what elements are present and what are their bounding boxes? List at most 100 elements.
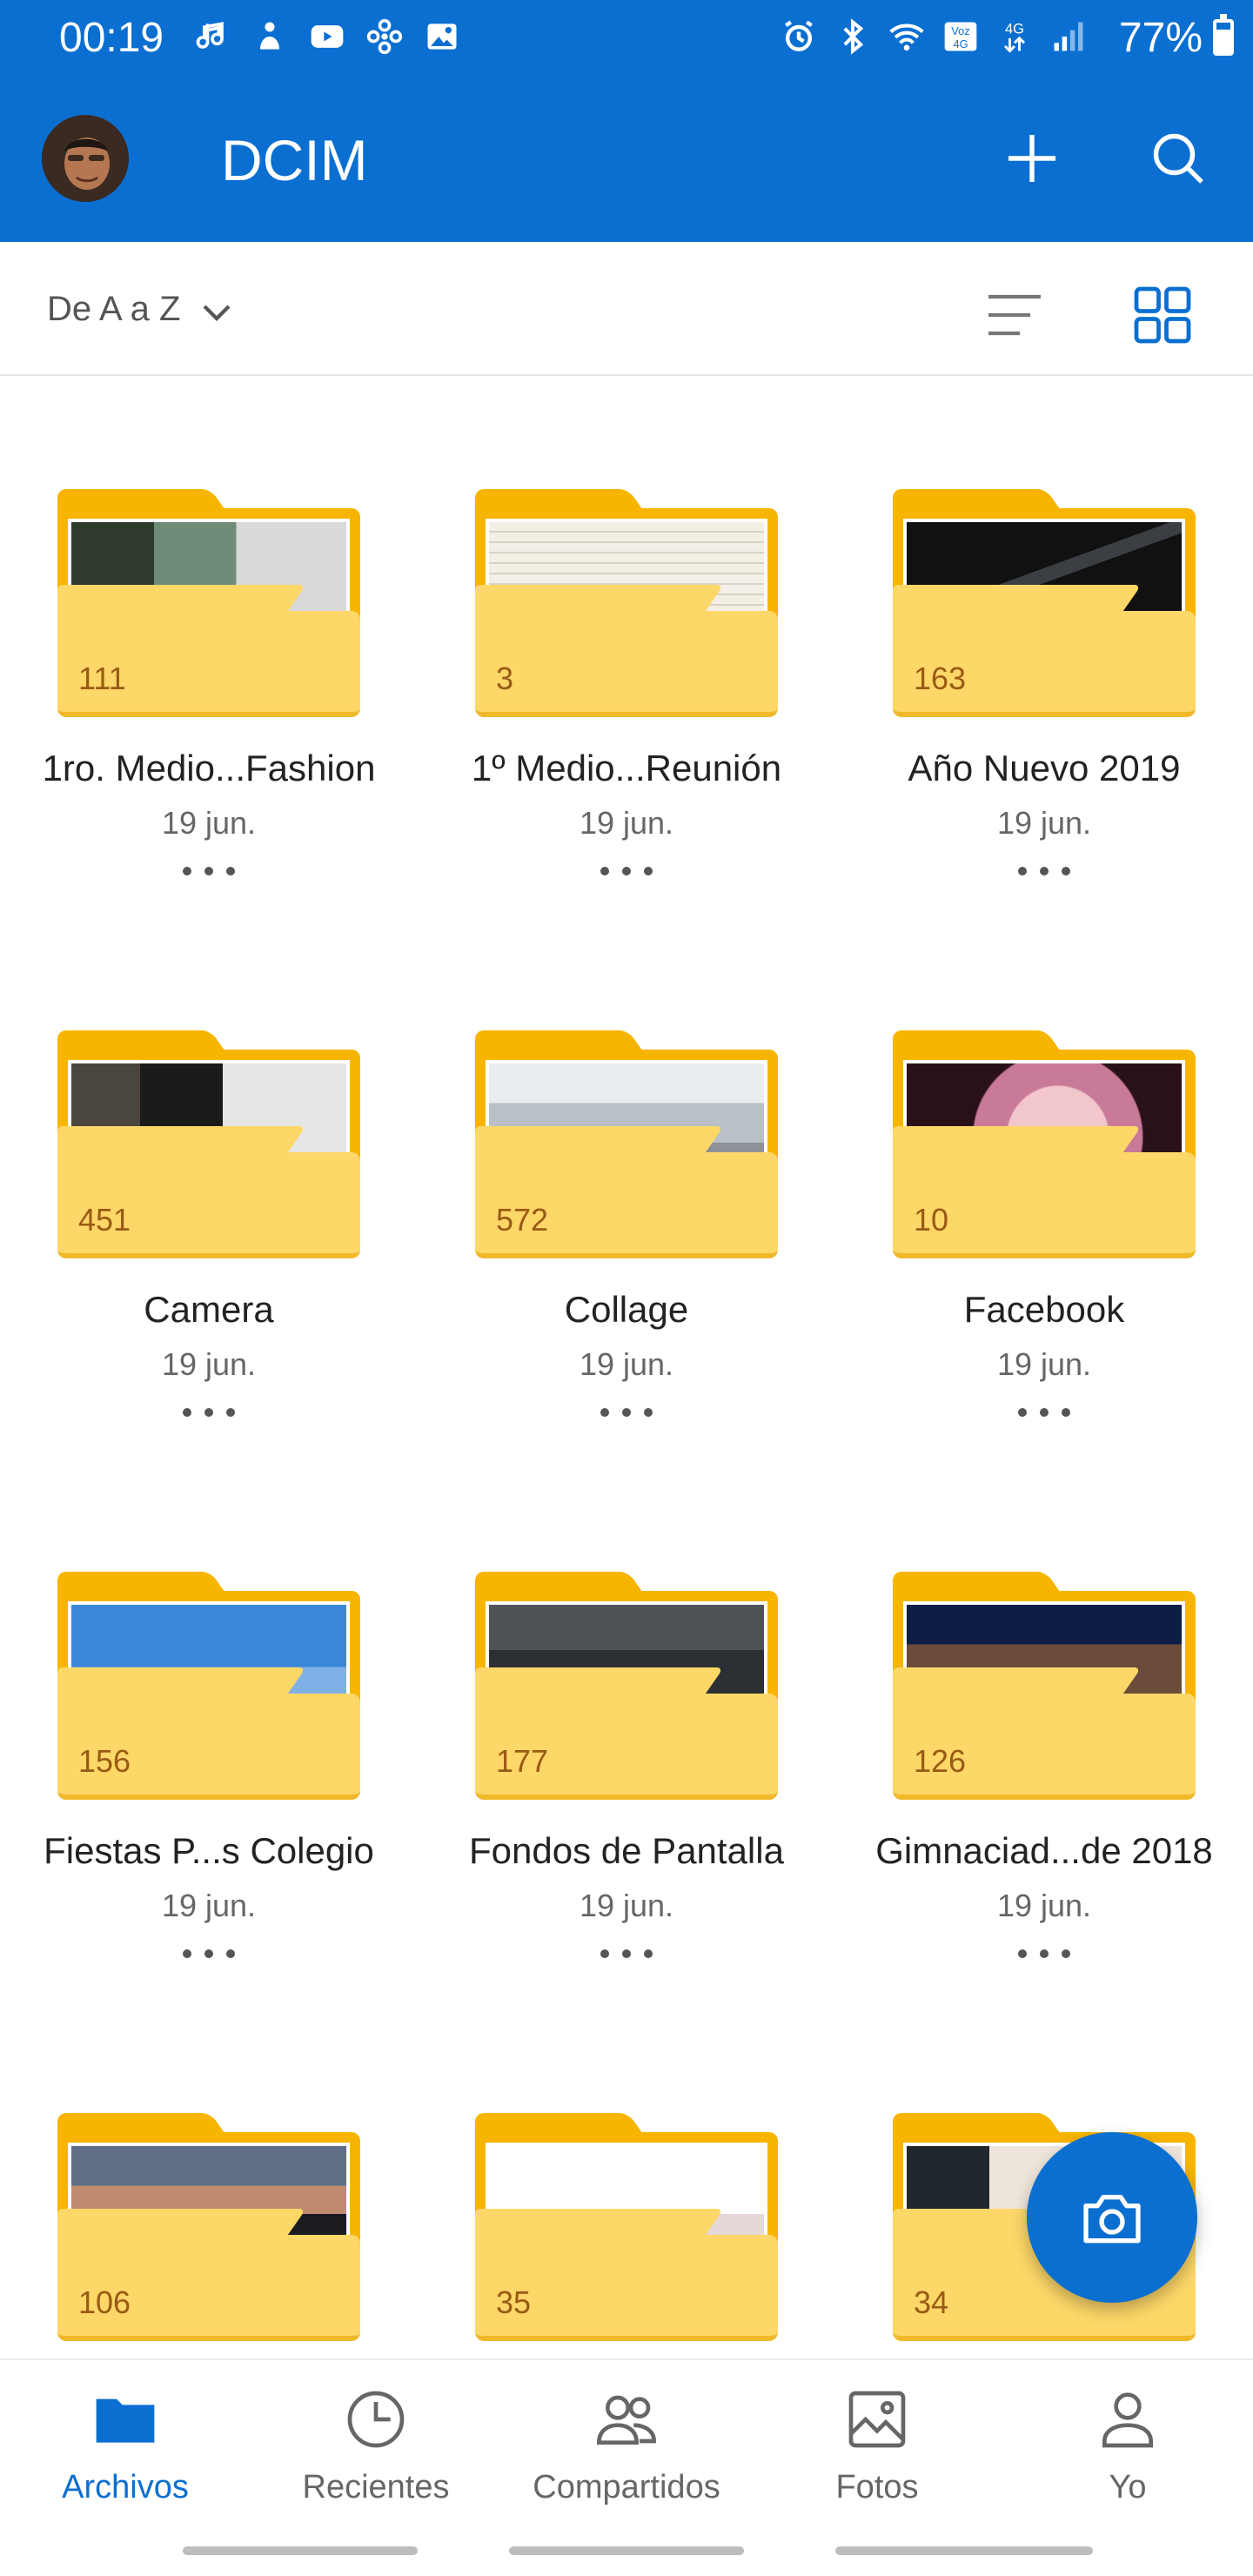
folder-icon: 10 [893, 1030, 1196, 1258]
sort-dropdown[interactable]: De A a Z [47, 287, 180, 331]
svg-text:Voz: Voz [951, 24, 969, 37]
more-options-icon[interactable] [1018, 858, 1070, 884]
nav-archivos[interactable]: Archivos [0, 2385, 251, 2515]
nav-label: Yo [1109, 2469, 1147, 2506]
clock-icon [347, 2391, 405, 2448]
folder-item-count: 34 [914, 2284, 949, 2320]
folder-icon: 111 [57, 489, 360, 717]
fan-icon [365, 16, 404, 57]
folder-icon: 3 [475, 489, 778, 717]
folder-item-count: 572 [496, 1202, 549, 1238]
music-note-icon [193, 16, 231, 57]
folder-icon: 451 [57, 1030, 360, 1258]
folder-icon: 163 [893, 489, 1196, 717]
signal-icon [1049, 16, 1088, 57]
folder-name: Fiestas P...s Colegio [44, 1830, 374, 1871]
nav-compartidos[interactable]: Compartidos [501, 2385, 752, 2515]
app-bar: DCIM [0, 77, 1253, 242]
folder-tile[interactable]: 572 Collage 19 jun. [418, 917, 835, 1459]
camera-icon [1083, 2195, 1141, 2244]
folder-date: 19 jun. [161, 805, 257, 841]
grid-view-icon[interactable] [1131, 284, 1194, 346]
folder-date: 19 jun. [579, 1888, 674, 1923]
battery-percent: 77% [1118, 15, 1203, 61]
more-options-icon[interactable] [600, 858, 653, 884]
folder-item-count: 163 [914, 661, 967, 696]
folder-name: 1º Medio...Reunión [471, 748, 782, 788]
alarm-icon [780, 16, 818, 57]
folder-tile[interactable]: 156 Fiestas P...s Colegio 19 jun. [0, 1459, 418, 2000]
nav-label: Compartidos [533, 2469, 720, 2506]
nav-yo[interactable]: Yo [1002, 2385, 1253, 2515]
nav-recientes[interactable]: Recientes [251, 2385, 501, 2515]
folder-tile[interactable]: 35 [418, 2000, 835, 2358]
bottom-navigation: Archivos Recientes Compartidos Fotos Yo [0, 2358, 1253, 2576]
folder-name: Año Nuevo 2019 [908, 748, 1181, 788]
more-options-icon[interactable] [1018, 1941, 1070, 1967]
folder-name: Facebook [963, 1289, 1125, 1330]
chevron-down-icon[interactable] [198, 294, 235, 331]
nav-label: Archivos [62, 2469, 189, 2506]
more-options-icon[interactable] [1018, 1399, 1070, 1426]
plus-icon [1008, 135, 1055, 182]
folder-icon: 156 [57, 1572, 360, 1800]
folder-name: Camera [144, 1289, 274, 1330]
people-icon [596, 2395, 657, 2445]
folder-tile[interactable]: 111 1ro. Medio...Fashion 19 jun. [0, 376, 418, 917]
folder-date: 19 jun. [161, 1346, 257, 1382]
more-options-icon[interactable] [183, 1399, 235, 1426]
avatar[interactable] [42, 115, 129, 202]
svg-text:4G: 4G [953, 37, 968, 50]
youtube-icon [308, 16, 346, 57]
folder-tile[interactable]: 3 1º Medio...Reunión 19 jun. [418, 376, 835, 917]
folder-item-count: 106 [78, 2284, 131, 2320]
photo-icon [848, 2391, 906, 2448]
page-title: DCIM [221, 128, 368, 192]
gesture-bar [835, 2546, 1093, 2555]
folder-item-count: 111 [78, 661, 126, 696]
folder-date: 19 jun. [579, 1346, 674, 1382]
nav-label: Recientes [302, 2469, 450, 2506]
camera-button[interactable] [1027, 2132, 1197, 2303]
more-options-icon[interactable] [183, 858, 235, 884]
more-options-icon[interactable] [600, 1941, 653, 1967]
folder-tile[interactable]: 10 Facebook 19 jun. [835, 917, 1253, 1459]
bluetooth-icon [834, 16, 872, 57]
folder-date: 19 jun. [161, 1888, 257, 1923]
folder-tile[interactable]: 106 [0, 2000, 418, 2358]
add-button[interactable] [990, 117, 1074, 200]
folder-item-count: 10 [914, 1202, 949, 1238]
nav-label: Fotos [835, 2469, 919, 2506]
folder-item-count: 156 [78, 1743, 131, 1779]
folder-icon [96, 2398, 155, 2443]
more-options-icon[interactable] [600, 1399, 653, 1426]
person-icon [1102, 2392, 1153, 2448]
folder-date: 19 jun. [579, 805, 674, 841]
folder-date: 19 jun. [996, 805, 1092, 841]
folder-tile[interactable]: 177 Fondos de Pantalla 19 jun. [418, 1459, 835, 2000]
more-options-icon[interactable] [183, 1941, 235, 1967]
folder-name: Collage [564, 1289, 689, 1330]
notification-icon [251, 16, 289, 57]
volte-icon: Voz 4G [941, 16, 980, 57]
data-4g-icon: 4G [995, 16, 1034, 57]
folder-date: 19 jun. [996, 1346, 1092, 1382]
folder-icon: 35 [475, 2113, 778, 2341]
sort-bar: De A a Z [0, 242, 1253, 376]
list-view-icon[interactable] [983, 284, 1046, 346]
folder-name: Gimnaciad...de 2018 [875, 1830, 1213, 1871]
search-button[interactable] [1136, 117, 1220, 200]
search-icon [1153, 133, 1203, 184]
folder-tile[interactable]: 126 Gimnaciad...de 2018 19 jun. [835, 1459, 1253, 2000]
image-icon [423, 16, 461, 57]
status-time: 00:19 [59, 15, 164, 61]
folder-tile[interactable]: 163 Año Nuevo 2019 19 jun. [835, 376, 1253, 917]
status-bar: 00:19 Voz 4G 4G 77% [0, 0, 1253, 77]
folder-date: 19 jun. [996, 1888, 1092, 1923]
folder-item-count: 35 [496, 2284, 532, 2320]
folder-tile[interactable]: 451 Camera 19 jun. [0, 917, 418, 1459]
nav-fotos[interactable]: Fotos [752, 2385, 1002, 2515]
folder-item-count: 177 [496, 1743, 549, 1779]
gesture-bar [183, 2546, 418, 2555]
folder-item-count: 126 [914, 1743, 967, 1779]
